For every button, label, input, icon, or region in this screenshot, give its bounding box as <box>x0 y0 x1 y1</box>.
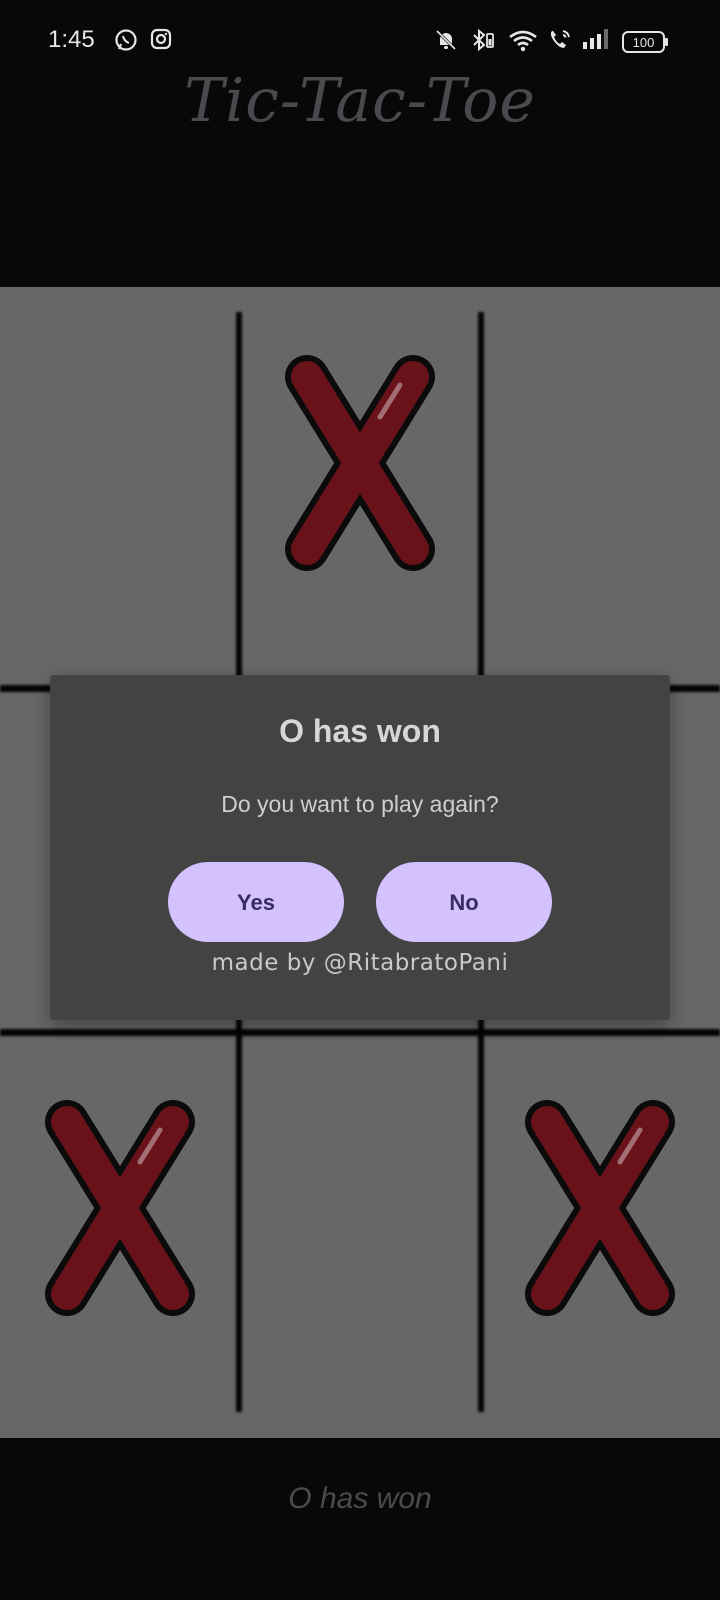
instagram-icon <box>150 28 172 54</box>
board-cell-1[interactable] <box>0 287 240 632</box>
dialog-message: Do you want to play again? <box>221 791 499 817</box>
game-over-dialog: O has won Do you want to play again? Yes… <box>50 675 670 1020</box>
game-status-text: O has won <box>288 1482 432 1515</box>
bluetooth-icon <box>470 28 496 56</box>
dialog-title: O has won <box>279 713 441 749</box>
app-root: 1:45 100 Tic-Tac-Toe O has won Do you wa… <box>0 0 720 1600</box>
board-cell-3[interactable] <box>480 287 720 632</box>
signal-icon <box>582 28 610 54</box>
x-mark-icon <box>45 1100 195 1316</box>
board-cell-2[interactable] <box>240 287 480 632</box>
board-cell-9[interactable] <box>480 1032 720 1377</box>
credit-text: made by @RitabratoPani <box>211 950 509 976</box>
whatsapp-icon <box>114 28 138 56</box>
wifi-calling-icon <box>548 28 574 56</box>
app-title: Tic-Tac-Toe <box>184 66 536 136</box>
yes-button[interactable]: Yes <box>168 862 344 942</box>
wifi-icon <box>508 28 538 58</box>
notifications-muted-icon <box>434 28 458 56</box>
battery-level: 100 <box>633 35 655 50</box>
no-button[interactable]: No <box>376 862 552 942</box>
x-mark-icon <box>285 355 435 571</box>
status-time: 1:45 <box>48 26 95 53</box>
battery-icon: 100 <box>622 31 670 57</box>
x-mark-icon <box>525 1100 675 1316</box>
board-cell-8[interactable] <box>240 1032 480 1377</box>
board-cell-7[interactable] <box>0 1032 240 1377</box>
